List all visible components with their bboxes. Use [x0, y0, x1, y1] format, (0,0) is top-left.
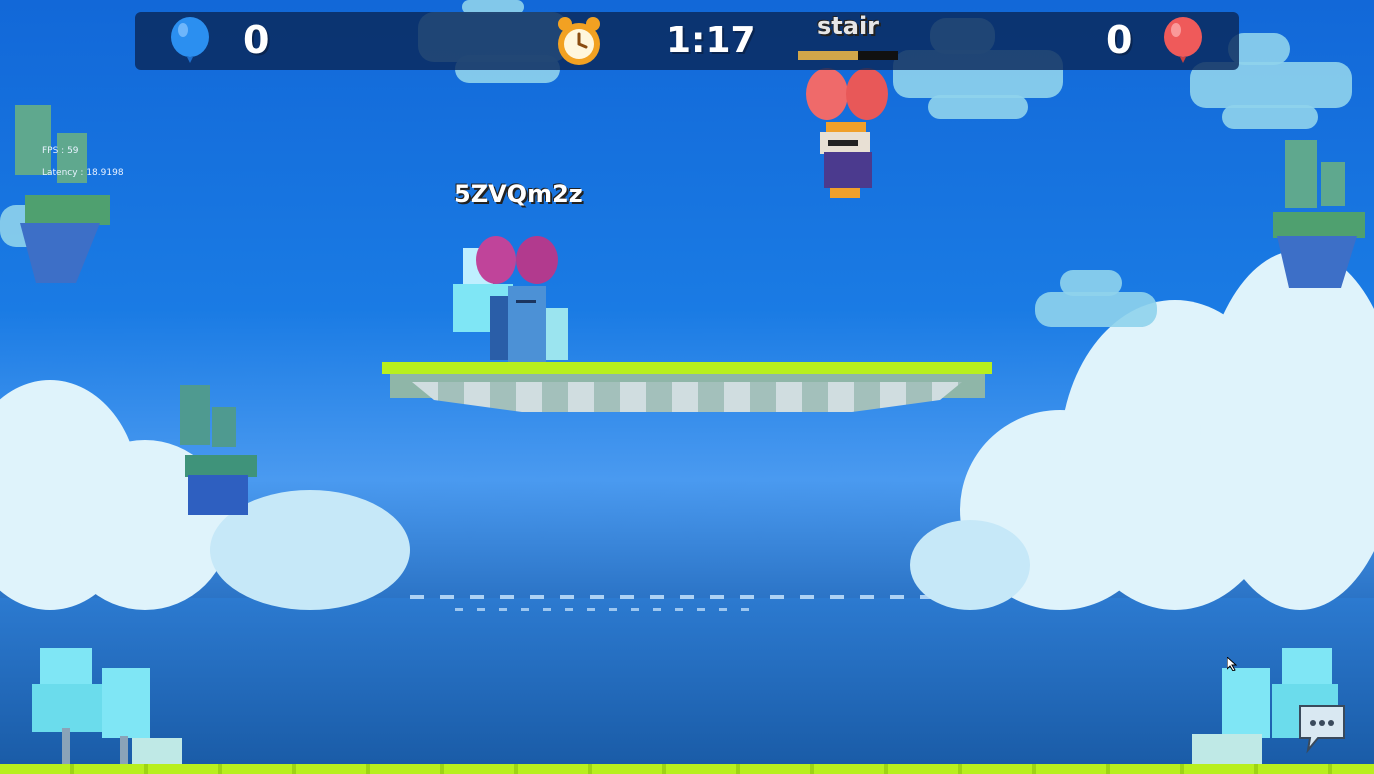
blue-team-score: 0 [243, 18, 270, 62]
match-timer: 1:17 [666, 20, 756, 61]
ground-strip [0, 764, 1374, 774]
latency-readout: Latency : 18.9198 [42, 168, 124, 178]
local-player-balloon-right [516, 236, 558, 284]
opponent-balloon-left [806, 68, 848, 120]
chat-bubble-icon [1299, 705, 1345, 754]
chat-button[interactable] [1296, 702, 1348, 754]
cloud [910, 520, 1030, 610]
cloud [1060, 270, 1122, 296]
cloud [928, 95, 1028, 119]
red-balloon-icon [1163, 17, 1203, 63]
local-player-balloon-left [476, 236, 516, 284]
floating-island [15, 105, 110, 285]
opponent-character [820, 122, 876, 198]
ocean [0, 598, 1374, 774]
cloud [1222, 105, 1318, 129]
local-player-name: 5ZVQm2z [454, 180, 583, 208]
ocean-sparkles [455, 608, 755, 611]
main-platform [382, 362, 992, 414]
opponent-balloon-right [846, 68, 888, 120]
opponent-health-fill [798, 51, 858, 60]
voxel-tree [32, 648, 182, 766]
floating-island [1273, 140, 1368, 290]
floating-island [180, 385, 258, 515]
cloud [1035, 292, 1157, 327]
mouse-cursor-icon [1226, 655, 1238, 675]
blue-balloon-icon [170, 17, 210, 63]
opponent-health-bar [798, 51, 898, 60]
fps-readout: FPS : 59 [42, 146, 79, 156]
opponent-name: stair [816, 12, 879, 40]
local-player-character [490, 286, 548, 362]
ocean-sparkles [410, 595, 970, 599]
red-team-score: 0 [1106, 18, 1133, 62]
alarm-clock-icon [555, 16, 603, 66]
